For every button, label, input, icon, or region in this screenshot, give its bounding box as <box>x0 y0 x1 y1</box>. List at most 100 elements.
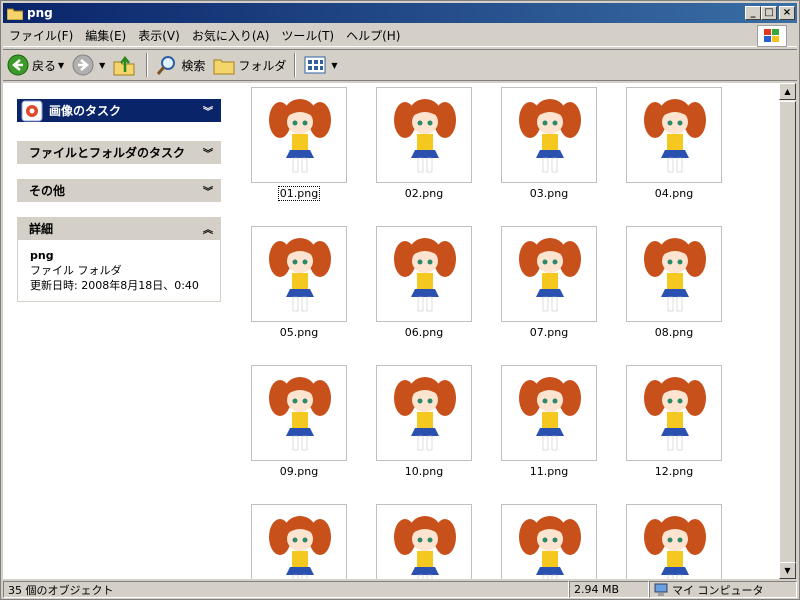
file-name[interactable]: 05.png <box>251 326 347 339</box>
folder-icon <box>7 8 23 20</box>
menu-view[interactable]: 表示(V) <box>132 27 186 44</box>
search-label: 検索 <box>181 58 206 73</box>
menu-file[interactable]: ファイル(F) <box>3 27 79 44</box>
scroll-thumb[interactable] <box>779 101 796 571</box>
forward-arrow-icon <box>72 54 94 76</box>
computer-icon <box>654 583 668 596</box>
up-folder-button[interactable] <box>109 51 142 79</box>
details-modified: 更新日時: 2008年8月18日、0:40 <box>30 279 199 292</box>
toolbar-separator <box>294 53 297 77</box>
chevron-double-down-icon[interactable]: ︾ <box>203 183 213 198</box>
search-icon <box>157 56 176 75</box>
scroll-down-icon[interactable]: ▼ <box>779 562 796 579</box>
chevron-down-icon[interactable]: ▼ <box>331 61 337 70</box>
back-button[interactable]: 戻る ▼ <box>3 51 68 79</box>
image-preview <box>514 370 586 461</box>
chevron-double-down-icon[interactable]: ︾ <box>203 103 213 118</box>
file-folder-tasks-title: ファイルとフォルダのタスク <box>29 146 186 160</box>
details-body: png ファイル フォルダ 更新日時: 2008年8月18日、0:40 <box>17 240 221 302</box>
file-name[interactable]: 01.png <box>278 186 320 201</box>
image-preview <box>264 509 336 579</box>
up-folder-icon <box>113 55 135 76</box>
file-thumbnail[interactable] <box>626 504 722 579</box>
close-button[interactable]: × <box>779 6 795 20</box>
image-tasks-header[interactable]: 画像のタスク ︾ <box>17 99 221 122</box>
maximize-button[interactable]: □ <box>761 6 777 20</box>
menu-bar: ファイル(F) 編集(E) 表示(V) お気に入り(A) ツール(T) ヘルプ(… <box>3 25 797 47</box>
image-preview <box>639 92 711 183</box>
file-thumbnail[interactable] <box>251 504 347 579</box>
file-name[interactable]: 10.png <box>376 465 472 478</box>
file-thumbnail[interactable] <box>376 365 472 461</box>
folders-label: フォルダ <box>238 58 287 73</box>
vertical-scrollbar[interactable]: ▲ ▼ <box>779 83 796 579</box>
file-name[interactable]: 04.png <box>626 187 722 200</box>
details-panel: 詳細 ︽ png ファイル フォルダ 更新日時: 2008年8月18日、0:40 <box>17 217 221 302</box>
file-thumbnail[interactable] <box>251 87 347 183</box>
explorer-window: png _ □ × ファイル(F) 編集(E) 表示(V) お気に入り(A) ツ… <box>0 0 800 600</box>
file-name[interactable]: 02.png <box>376 187 472 200</box>
image-preview <box>389 92 461 183</box>
toolbar: 戻る ▼ ▼ 検索 フォルダ ▼ <box>3 49 797 81</box>
menu-favorites[interactable]: お気に入り(A) <box>186 27 276 44</box>
image-preview <box>639 370 711 461</box>
chevron-double-up-icon[interactable]: ︽ <box>203 221 213 236</box>
details-header[interactable]: 詳細 ︽ <box>17 217 221 240</box>
file-name[interactable]: 09.png <box>251 465 347 478</box>
file-thumbnail[interactable] <box>376 504 472 579</box>
file-name[interactable]: 06.png <box>376 326 472 339</box>
other-places-panel: その他 ︾ <box>17 179 221 202</box>
chevron-down-icon[interactable]: ▼ <box>99 61 105 70</box>
file-name[interactable]: 08.png <box>626 326 722 339</box>
file-folder-tasks-panel: ファイルとフォルダのタスク ︾ <box>17 141 221 164</box>
file-thumbnail[interactable] <box>251 365 347 461</box>
file-thumbnail[interactable] <box>501 226 597 322</box>
folders-icon <box>213 59 235 75</box>
file-thumbnail[interactable] <box>251 226 347 322</box>
chevron-double-down-icon[interactable]: ︾ <box>203 145 213 160</box>
back-arrow-icon <box>7 54 29 76</box>
image-tasks-title: 画像のタスク <box>49 104 122 118</box>
menu-tools[interactable]: ツール(T) <box>275 27 340 44</box>
other-places-header[interactable]: その他 ︾ <box>17 179 221 202</box>
file-name[interactable]: 03.png <box>501 187 597 200</box>
image-preview <box>389 509 461 579</box>
image-preview <box>639 509 711 579</box>
file-thumbnail[interactable] <box>626 365 722 461</box>
scroll-up-icon[interactable]: ▲ <box>779 83 796 100</box>
file-thumbnail[interactable] <box>626 87 722 183</box>
menu-help[interactable]: ヘルプ(H) <box>340 27 406 44</box>
status-location-label: マイ コンピュータ <box>672 583 764 597</box>
status-size: 2.94 MB <box>569 581 649 598</box>
file-name[interactable]: 12.png <box>626 465 722 478</box>
status-location: マイ コンピュータ <box>649 581 797 598</box>
file-thumbnail[interactable] <box>626 226 722 322</box>
task-pane: 画像のタスク ︾ ファイルとフォルダのタスク ︾ その他 ︾ 詳細 ︽ png <box>3 83 235 579</box>
image-preview <box>514 231 586 322</box>
file-thumbnail[interactable] <box>501 87 597 183</box>
file-folder-tasks-header[interactable]: ファイルとフォルダのタスク ︾ <box>17 141 221 164</box>
file-name[interactable]: 11.png <box>501 465 597 478</box>
file-thumbnail[interactable] <box>376 87 472 183</box>
image-preview <box>389 370 461 461</box>
chevron-down-icon[interactable]: ▼ <box>58 61 64 70</box>
image-preview <box>264 231 336 322</box>
back-label: 戻る <box>32 58 57 73</box>
minimize-button[interactable]: _ <box>745 6 761 20</box>
status-count: 35 個のオブジェクト <box>3 581 569 598</box>
views-icon <box>304 56 326 74</box>
file-thumbnail[interactable] <box>376 226 472 322</box>
title-bar[interactable]: png _ □ × <box>3 3 797 23</box>
forward-button[interactable]: ▼ <box>68 51 109 79</box>
details-title: 詳細 <box>29 222 54 236</box>
image-preview <box>514 509 586 579</box>
file-name[interactable]: 07.png <box>501 326 597 339</box>
search-button[interactable]: 検索 <box>152 51 209 79</box>
window-title: png <box>27 6 53 20</box>
menu-edit[interactable]: 編集(E) <box>79 27 132 44</box>
folders-button[interactable]: フォルダ <box>209 51 290 79</box>
views-button[interactable]: ▼ <box>300 51 341 79</box>
file-thumbnail[interactable] <box>501 504 597 579</box>
file-thumbnail[interactable] <box>501 365 597 461</box>
image-preview <box>264 92 336 183</box>
